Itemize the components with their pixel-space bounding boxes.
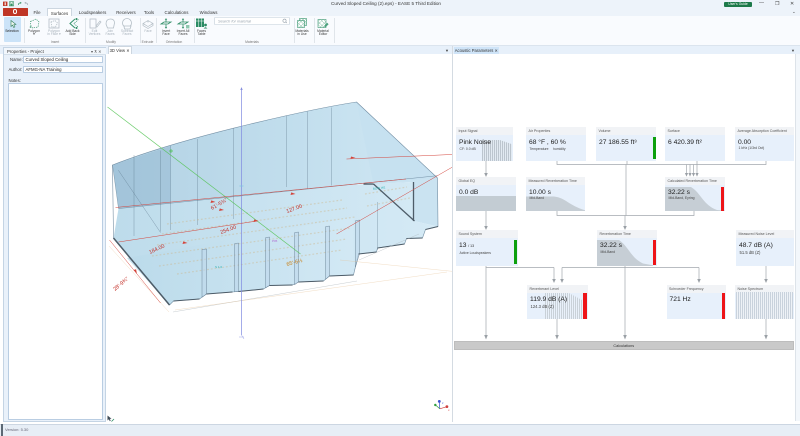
svg-text:28'-9¾": 28'-9¾" <box>112 276 130 292</box>
svg-text:x: x <box>448 408 450 412</box>
svg-text:Search for material: Search for material <box>218 19 251 24</box>
svg-text:z: z <box>442 401 444 405</box>
svg-text:P05: P05 <box>272 239 278 243</box>
svg-text:S 1.6: S 1.6 <box>215 265 222 269</box>
